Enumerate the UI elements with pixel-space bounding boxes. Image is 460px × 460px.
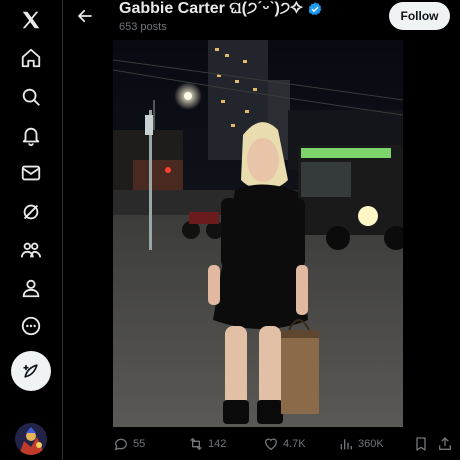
profile-header: Gabbie Carter ଘ(੭ˊᵕˋ)੭✧ 653 posts Follow bbox=[63, 0, 460, 38]
follow-button[interactable]: Follow bbox=[389, 2, 450, 30]
like-count: 4.7K bbox=[283, 438, 306, 450]
communities-icon[interactable] bbox=[11, 230, 51, 270]
reply-icon bbox=[114, 438, 128, 451]
search-icon[interactable] bbox=[11, 77, 51, 117]
post-compose-icon bbox=[23, 364, 38, 378]
account-avatar[interactable] bbox=[15, 423, 47, 455]
repost-button[interactable]: 142 bbox=[188, 428, 226, 460]
repost-count: 142 bbox=[208, 438, 227, 450]
more-icon[interactable] bbox=[11, 306, 51, 346]
bell-icon[interactable] bbox=[11, 116, 51, 156]
grok-icon[interactable] bbox=[11, 192, 51, 232]
posts-count: 653 posts bbox=[119, 21, 167, 33]
profile-icon[interactable] bbox=[11, 268, 51, 308]
sidebar bbox=[0, 0, 63, 460]
verified-badge-icon bbox=[308, 2, 322, 15]
post-action-bar: 55 142 4.7K 360K bbox=[63, 428, 460, 460]
view-count: 360K bbox=[358, 438, 384, 450]
bookmark-icon bbox=[416, 437, 426, 451]
photo-image bbox=[113, 40, 403, 427]
heart-icon bbox=[264, 438, 278, 451]
post-compose-button[interactable] bbox=[11, 351, 51, 391]
analytics-icon bbox=[340, 439, 352, 450]
post-photo[interactable] bbox=[113, 40, 403, 427]
repost-icon bbox=[190, 438, 202, 450]
share-icon bbox=[439, 437, 451, 450]
arrow-left-icon bbox=[78, 9, 92, 23]
like-button[interactable]: 4.7K bbox=[263, 428, 306, 460]
home-icon[interactable] bbox=[11, 38, 51, 78]
reply-button[interactable]: 55 bbox=[113, 428, 145, 460]
back-button[interactable] bbox=[73, 4, 97, 28]
profile-name-row: Gabbie Carter ଘ(੭ˊᵕˋ)੭✧ bbox=[119, 0, 323, 18]
bookmark-button[interactable] bbox=[413, 428, 429, 460]
profile-name: Gabbie Carter ଘ(੭ˊᵕˋ)੭✧ bbox=[119, 0, 303, 17]
x-logo-icon[interactable] bbox=[11, 0, 51, 40]
reply-count: 55 bbox=[133, 438, 146, 450]
share-button[interactable] bbox=[437, 428, 453, 460]
mail-icon[interactable] bbox=[11, 153, 51, 193]
views-button[interactable]: 360K bbox=[338, 428, 384, 460]
